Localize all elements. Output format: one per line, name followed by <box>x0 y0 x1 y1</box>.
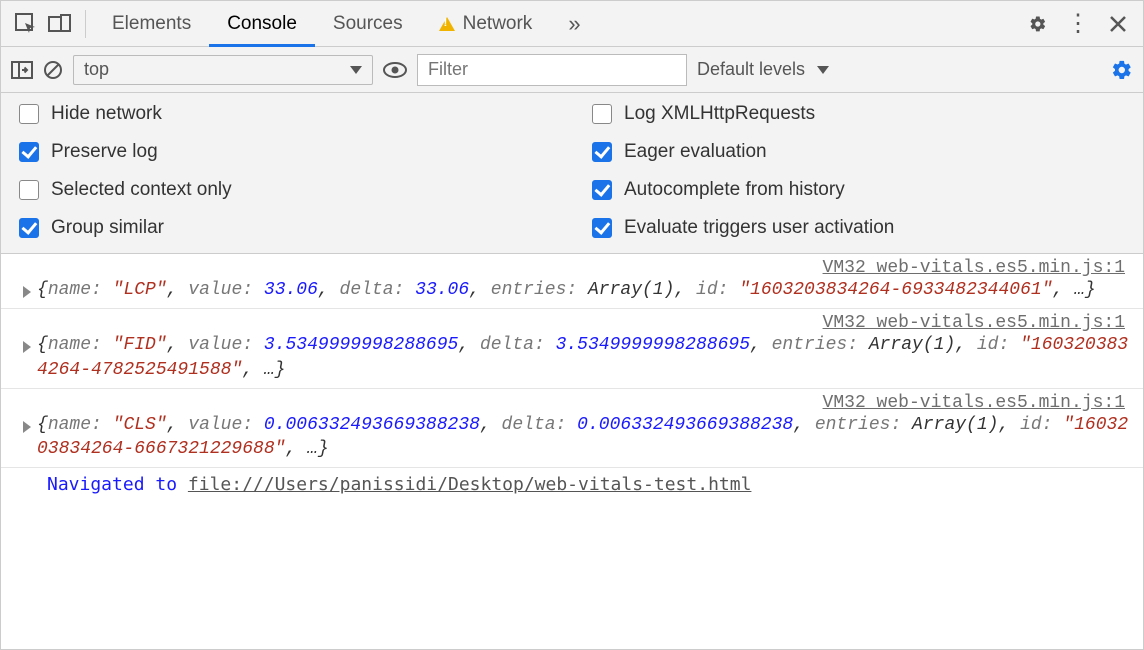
checkbox-icon <box>19 104 39 124</box>
tab-network[interactable]: Network <box>421 1 551 46</box>
chevron-down-icon <box>817 66 829 74</box>
more-menu-icon[interactable]: ⋮ <box>1061 7 1095 41</box>
execution-context-value: top <box>84 59 109 80</box>
chevron-down-icon <box>350 66 362 74</box>
tab-elements[interactable]: Elements <box>94 1 209 46</box>
console-toolbar: top Default levels <box>1 47 1143 93</box>
checkbox-label: Log XMLHttpRequests <box>624 103 815 125</box>
checkbox-preserve-log[interactable]: Preserve log <box>19 141 552 163</box>
log-levels-select[interactable]: Default levels <box>697 59 829 80</box>
checkbox-evaluate-triggers-activation[interactable]: Evaluate triggers user activation <box>592 217 1125 239</box>
checkbox-icon <box>592 104 612 124</box>
checkbox-eager-evaluation[interactable]: Eager evaluation <box>592 141 1125 163</box>
checkbox-hide-network[interactable]: Hide network <box>19 103 552 125</box>
checkbox-icon <box>592 180 612 200</box>
panel-tabs: Elements Console Sources Network » <box>94 1 1021 46</box>
checkbox-icon <box>19 142 39 162</box>
live-expressions-icon[interactable] <box>383 62 407 78</box>
checkbox-autocomplete-history[interactable]: Autocomplete from history <box>592 179 1125 201</box>
checkbox-label: Eager evaluation <box>624 141 767 163</box>
expand-icon[interactable] <box>23 421 31 433</box>
tab-sources[interactable]: Sources <box>315 1 421 46</box>
console-settings-gear-icon[interactable] <box>1111 59 1133 81</box>
checkbox-icon <box>592 218 612 238</box>
log-object: {name: "LCP", value: 33.06, delta: 33.06… <box>37 278 1131 302</box>
inspect-element-icon[interactable] <box>9 7 43 41</box>
tab-console[interactable]: Console <box>209 1 315 46</box>
devtools-topbar: Elements Console Sources Network » ⋮ <box>1 1 1143 47</box>
close-icon[interactable] <box>1101 7 1135 41</box>
checkbox-icon <box>19 180 39 200</box>
log-object: {name: "CLS", value: 0.00633249366938823… <box>37 413 1131 462</box>
console-log-entry[interactable]: VM32 web-vitals.es5.min.js:1 {name: "CLS… <box>1 389 1143 469</box>
source-link[interactable]: VM32 web-vitals.es5.min.js:1 <box>37 393 1131 413</box>
checkbox-group-similar[interactable]: Group similar <box>19 217 552 239</box>
checkbox-icon <box>19 218 39 238</box>
device-toolbar-icon[interactable] <box>43 7 77 41</box>
navigation-log: Navigated to file:///Users/panissidi/Des… <box>1 468 1143 503</box>
checkbox-label: Autocomplete from history <box>624 179 845 201</box>
navigation-url[interactable]: file:///Users/panissidi/Desktop/web-vita… <box>188 474 752 495</box>
warning-icon <box>439 17 455 31</box>
checkbox-selected-context-only[interactable]: Selected context only <box>19 179 552 201</box>
execution-context-select[interactable]: top <box>73 55 373 85</box>
clear-console-icon[interactable] <box>43 60 63 80</box>
log-object: {name: "FID", value: 3.5349999998288695,… <box>37 333 1131 382</box>
checkbox-label: Group similar <box>51 217 164 239</box>
filter-input[interactable] <box>417 54 687 86</box>
console-log-entry[interactable]: VM32 web-vitals.es5.min.js:1 {name: "FID… <box>1 309 1143 389</box>
expand-icon[interactable] <box>23 286 31 298</box>
settings-gear-icon[interactable] <box>1021 7 1055 41</box>
log-levels-label: Default levels <box>697 59 805 80</box>
tab-network-label: Network <box>463 13 533 35</box>
console-log-list: VM32 web-vitals.es5.min.js:1 {name: "LCP… <box>1 254 1143 503</box>
topbar-right: ⋮ <box>1021 7 1135 41</box>
checkbox-label: Evaluate triggers user activation <box>624 217 894 239</box>
source-link[interactable]: VM32 web-vitals.es5.min.js:1 <box>37 313 1131 333</box>
checkbox-log-xhr[interactable]: Log XMLHttpRequests <box>592 103 1125 125</box>
checkbox-label: Preserve log <box>51 141 158 163</box>
checkbox-icon <box>592 142 612 162</box>
checkbox-label: Hide network <box>51 103 162 125</box>
console-log-entry[interactable]: VM32 web-vitals.es5.min.js:1 {name: "LCP… <box>1 254 1143 309</box>
tabs-overflow-button[interactable]: » <box>550 1 598 46</box>
navigation-label: Navigated to <box>47 474 188 495</box>
source-link[interactable]: VM32 web-vitals.es5.min.js:1 <box>37 258 1131 278</box>
expand-icon[interactable] <box>23 341 31 353</box>
checkbox-label: Selected context only <box>51 179 232 201</box>
toggle-console-sidebar-icon[interactable] <box>11 61 33 79</box>
divider <box>85 10 86 38</box>
console-settings-panel: Hide network Log XMLHttpRequests Preserv… <box>1 93 1143 254</box>
